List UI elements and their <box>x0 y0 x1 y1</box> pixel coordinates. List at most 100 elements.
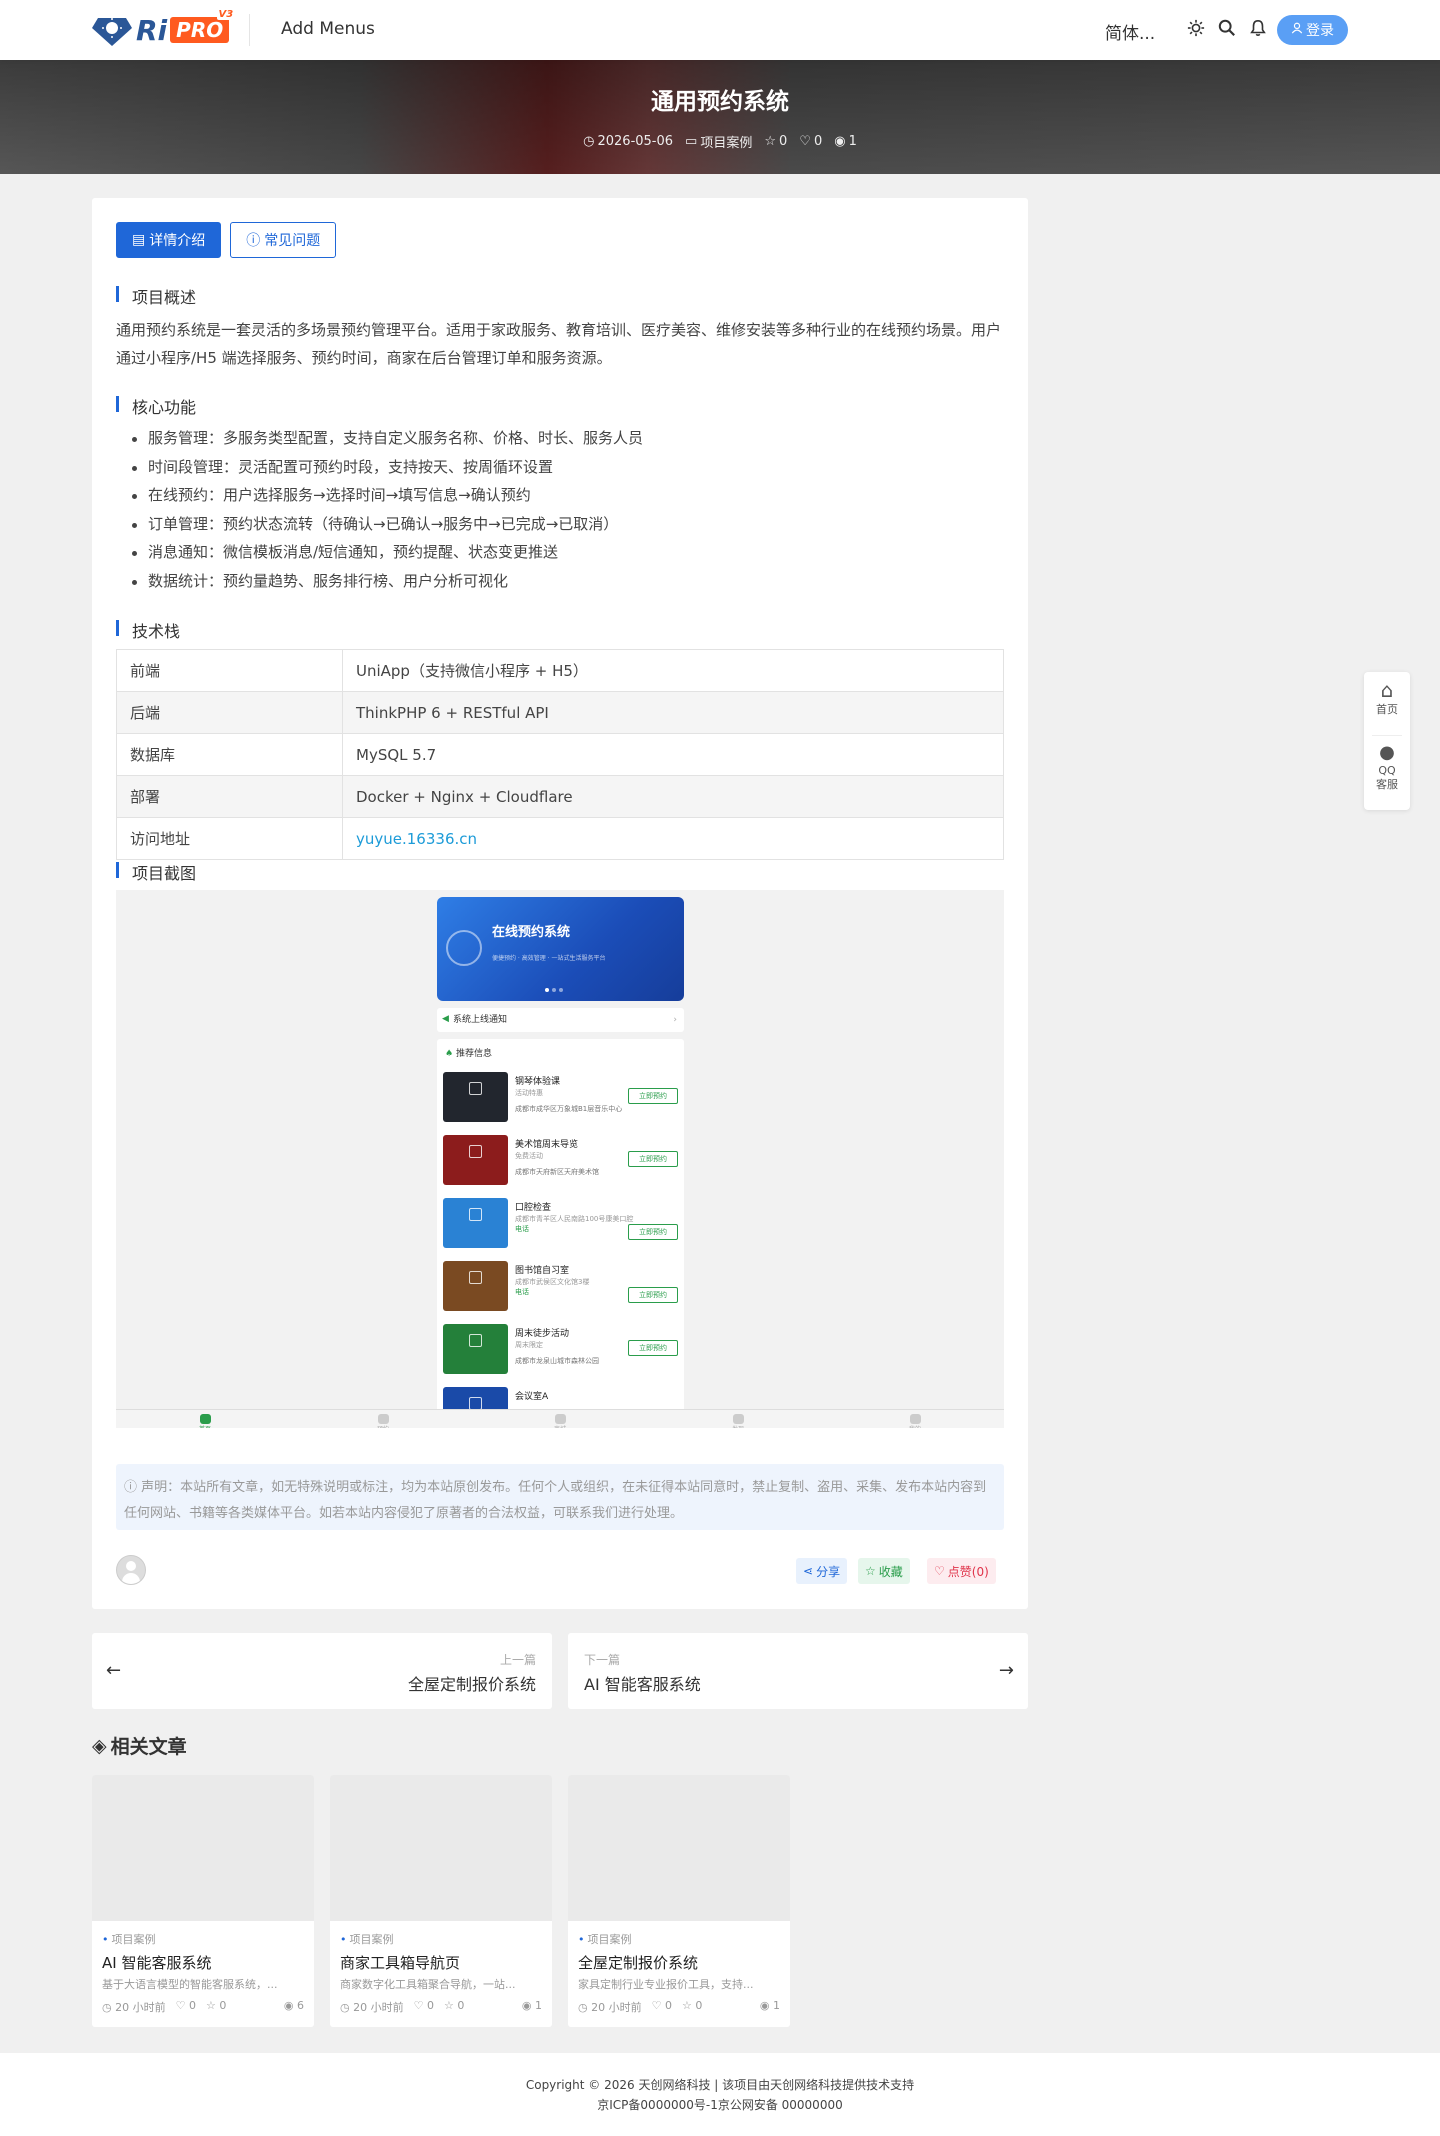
next-post-link[interactable]: 下一篇 AI 智能客服系统 → <box>568 1633 1028 1709</box>
bell-icon[interactable] <box>1249 19 1269 39</box>
tab-details[interactable]: ▤ 详情介绍 <box>116 222 222 258</box>
site-logo[interactable]: Ri PRO V3 <box>92 9 236 50</box>
float-qq-button[interactable]: ● QQ客服 <box>1364 742 1410 792</box>
table-key: 访问地址 <box>116 817 343 860</box>
post-views: ◉ 1 <box>834 132 857 151</box>
book-button: 立即预约 <box>628 1287 678 1303</box>
float-home-button[interactable]: ⌂ 首页 <box>1364 679 1410 717</box>
related-card[interactable]: 项目案例 全屋定制报价系统 家具定制行业专业报价工具，支持... ◷ 20 小时… <box>568 1775 790 2027</box>
arrow-left-icon: ← <box>106 1660 122 1681</box>
author-avatar[interactable] <box>116 1555 146 1585</box>
floating-sidebar: ⌂ 首页 ● QQ客服 <box>1364 672 1410 810</box>
copyright-disclaimer: ⓘ 声明：本站所有文章，如无特殊说明或标注，均为本站原创发布。任何个人或组织，在… <box>116 1464 1004 1530</box>
share-icon: ⋖ <box>803 1564 814 1578</box>
tech-heading: 技术栈 <box>116 618 180 642</box>
list-item: 服务管理：多服务类型配置，支持自定义服务名称、价格、时长、服务人员 <box>130 424 643 453</box>
tabbar-label: 商城 <box>554 1426 566 1428</box>
related-time: ◷ 20 小时前 <box>578 2001 642 2014</box>
site-footer: Copyright © 2026 天创网络科技 | 该项目由天创网络科技提供技术… <box>0 2053 1440 2136</box>
compass-icon <box>732 1414 744 1424</box>
float-qq-label: QQ客服 <box>1376 764 1398 791</box>
related-time-text: 20 小时前 <box>353 2001 404 2014</box>
item-title: 口腔检查 <box>515 1203 552 1213</box>
book-button: 立即预约 <box>628 1151 678 1167</box>
related-category[interactable]: 项目案例 <box>578 1931 632 1947</box>
info-icon: ⓘ <box>124 1480 138 1495</box>
tabbar-booking: 预约 <box>368 1414 398 1428</box>
footer-icp[interactable]: 京ICP备0000000号-1京公网安备 00000000 <box>0 2095 1440 2115</box>
item-subtitle: 成都市青羊区人民南路100号康美口腔 <box>515 1215 634 1223</box>
share-button[interactable]: ⋖ 分享 <box>796 1558 848 1584</box>
related-meta: ◷ 20 小时前 ♡ 0 ☆ 0 ◉ 6 <box>102 1999 304 2015</box>
related-thumbnail <box>92 1775 314 1921</box>
login-button[interactable]: 登录 <box>1277 15 1348 45</box>
table-value: Docker + Nginx + Cloudflare <box>342 775 1004 818</box>
item-title: 周末徒步活动 <box>515 1329 570 1339</box>
related-category[interactable]: 项目案例 <box>340 1931 394 1947</box>
tabbar-label: 发现 <box>732 1426 744 1428</box>
item-thumbnail <box>443 1261 508 1311</box>
related-meta: ◷ 20 小时前 ♡ 0 ☆ 0 ◉ 1 <box>578 1999 780 2015</box>
article-card: ▤ 详情介绍 ⓘ 常见问题 项目概述 通用预约系统是一套灵活的多场景预约管理平台… <box>92 198 1028 1609</box>
share-label: 分享 <box>816 1564 841 1579</box>
item-thumbnail <box>443 1198 508 1248</box>
list-item: 钢琴体验课 活动特惠 成都市成华区万象城B1层音乐中心 立即预约 <box>443 1072 678 1122</box>
related-title[interactable]: 全屋定制报价系统 <box>578 1952 698 1973</box>
prev-post-link[interactable]: ← 上一篇 全屋定制报价系统 <box>92 1633 552 1709</box>
language-switcher[interactable]: 简体... <box>1105 19 1155 44</box>
related-card[interactable]: 项目案例 AI 智能客服系统 基于大语言模型的智能客服系统，... ◷ 20 小… <box>92 1775 314 2027</box>
carousel-dots <box>545 988 563 992</box>
collect-button[interactable]: ☆ 收藏 <box>858 1558 910 1584</box>
star-icon: ☆ <box>865 1564 876 1578</box>
related-favs: ☆ 0 <box>205 1999 227 2012</box>
book-button: 立即预约 <box>628 1340 678 1356</box>
item-subtitle: 周末限定 <box>515 1341 543 1349</box>
table-key: 部署 <box>116 775 343 818</box>
add-menus-link[interactable]: Add Menus <box>281 19 375 39</box>
post-category[interactable]: ▭ 项目案例 <box>685 132 752 151</box>
item-address: 成都市天府新区天府美术馆 <box>515 1168 599 1176</box>
table-row: 前端 UniApp（支持微信小程序 + H5） <box>116 649 1004 692</box>
related-views-count: 6 <box>297 1999 304 2012</box>
item-subtitle: 免费活动 <box>515 1152 543 1160</box>
next-label: 下一篇 <box>584 1653 621 1667</box>
footer-copyright: Copyright © 2026 天创网络科技 | 该项目由天创网络科技提供技术… <box>525 2078 915 2092</box>
related-title[interactable]: AI 智能客服系统 <box>102 1952 211 1973</box>
post-likes-count: 0 <box>813 134 823 149</box>
related-category[interactable]: 项目案例 <box>102 1931 156 1947</box>
project-screenshot: 在线预约系统 便捷预约 · 高效管理 · 一站式生活服务平台 ◀ 系统上线通知 … <box>116 890 1004 1428</box>
related-likes-count: 0 <box>426 1999 434 2012</box>
tabbar-label: 预约 <box>377 1426 389 1428</box>
related-card[interactable]: 项目案例 商家工具箱导航页 商家数字化工具箱聚合导航，一站... ◷ 20 小时… <box>330 1775 552 2027</box>
item-title: 钢琴体验课 <box>515 1077 561 1087</box>
content-tabs: ▤ 详情介绍 ⓘ 常见问题 <box>116 222 337 258</box>
disclaimer-text: 声明：本站所有文章，如无特殊说明或标注，均为本站原创发布。任何个人或组织，在未征… <box>124 1480 987 1521</box>
related-title[interactable]: 商家工具箱导航页 <box>340 1952 460 1973</box>
theme-toggle-icon[interactable] <box>1187 19 1207 39</box>
item-title: 美术馆周末导览 <box>515 1140 579 1150</box>
flame-icon: ♠ <box>445 1049 454 1059</box>
app-tabbar: 首页 预约 商城 发现 我的 <box>116 1409 1004 1428</box>
post-date-text: 2026-05-06 <box>597 134 674 149</box>
qq-penguin-icon: ● <box>1379 742 1395 763</box>
list-item: 消息通知：微信模板消息/短信通知，预约提醒、状态变更推送 <box>130 538 643 567</box>
logo-gem-icon <box>92 14 132 46</box>
notice-text: 系统上线通知 <box>453 1015 508 1025</box>
table-key: 后端 <box>116 691 343 734</box>
app-banner: 在线预约系统 便捷预约 · 高效管理 · 一站式生活服务平台 <box>437 897 684 1001</box>
related-likes-count: 0 <box>188 1999 196 2012</box>
related-excerpt: 商家数字化工具箱聚合导航，一站... <box>340 1978 516 1991</box>
banner-subtitle: 便捷预约 · 高效管理 · 一站式生活服务平台 <box>492 955 606 962</box>
search-icon[interactable] <box>1218 19 1238 39</box>
related-likes: ♡ 0 <box>651 1999 672 2012</box>
tab-faq[interactable]: ⓘ 常见问题 <box>230 222 337 258</box>
related-favs-count: 0 <box>457 1999 465 2012</box>
post-hero: 通用预约系统 ◷ 2026-05-06 ▭ 项目案例 ☆ 0 ♡ 0 ◉ 1 <box>0 60 1440 174</box>
like-button[interactable]: ♡ 点赞(0) <box>927 1558 996 1584</box>
related-excerpt: 基于大语言模型的智能客服系统，... <box>102 1978 278 1991</box>
arrow-right-icon: → <box>998 1660 1014 1681</box>
related-favs: ☆ 0 <box>443 1999 465 2012</box>
phone-mockup: 在线预约系统 便捷预约 · 高效管理 · 一站式生活服务平台 ◀ 系统上线通知 … <box>437 897 684 1428</box>
access-url-link[interactable]: yuyue.16336.cn <box>356 830 477 848</box>
table-row: 部署 Docker + Nginx + Cloudflare <box>116 775 1004 818</box>
